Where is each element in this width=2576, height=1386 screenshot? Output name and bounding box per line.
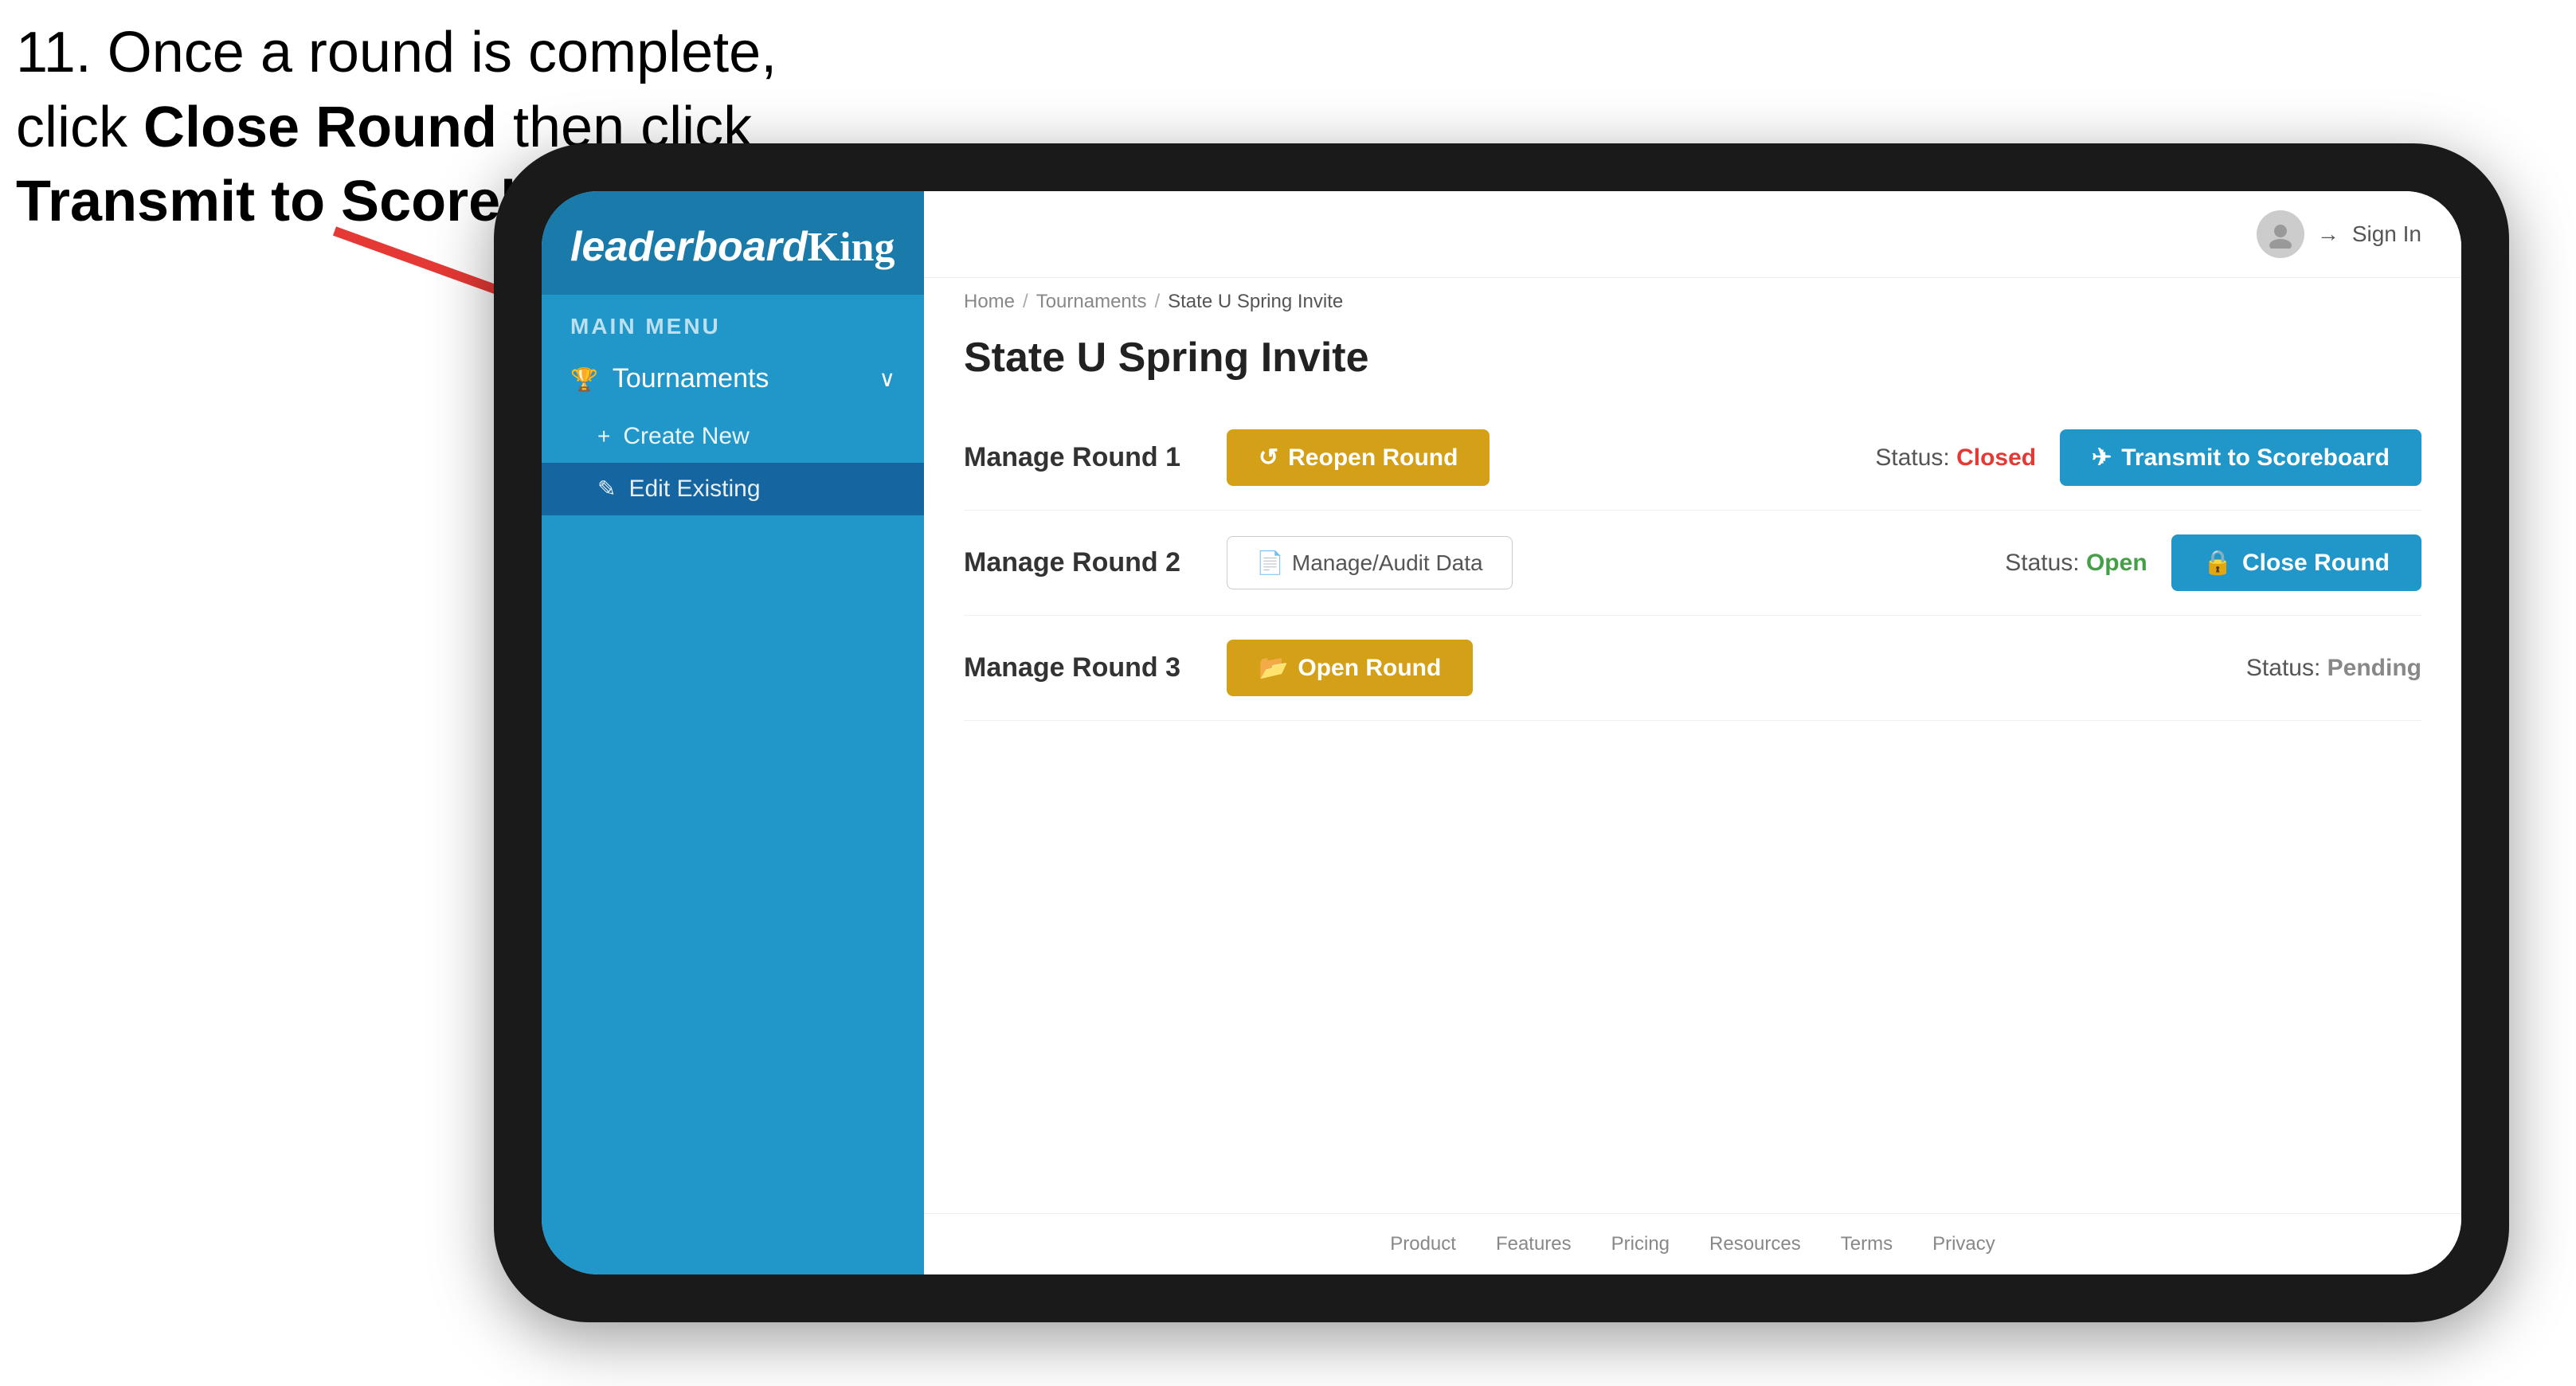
sidebar-item-tournaments[interactable]: Tournaments ∨ [542,347,924,410]
round-2-left: Manage Round 2 📄 Manage/Audit Data [964,536,1513,589]
avatar [2257,210,2304,258]
sign-in-area[interactable]: → Sign In [2257,210,2421,258]
doc-icon: 📄 [1256,550,1284,576]
round-1-status-value: Closed [1956,444,2036,471]
footer-privacy[interactable]: Privacy [1932,1233,1995,1255]
sidebar-item-tournaments-label: Tournaments [613,363,769,394]
chevron-down-icon: ∨ [879,366,896,392]
round-2-status-label: Status: Open [2005,550,2147,577]
breadcrumb: Home / Tournaments / State U Spring Invi… [924,278,2461,326]
round-1-right: Status: Closed ✈ Transmit to Scoreboard [1875,429,2421,486]
round-row-2: Manage Round 2 📄 Manage/Audit Data Statu… [964,511,2421,616]
logo-area: leaderboardKing [542,191,924,295]
app-container: leaderboardKing MAIN MENU Tournaments ∨ … [542,191,2461,1274]
page-title: State U Spring Invite [924,326,2461,405]
signin-arrow-icon: → [2317,221,2339,247]
plus-icon [597,423,610,450]
create-new-label: Create New [623,423,749,450]
manage-audit-label: Manage/Audit Data [1292,550,1483,576]
close-round-label: Close Round [2242,550,2390,577]
footer-product[interactable]: Product [1390,1233,1456,1255]
sidebar: leaderboardKing MAIN MENU Tournaments ∨ … [542,191,924,1274]
top-bar: → Sign In [924,191,2461,278]
tablet-screen: leaderboardKing MAIN MENU Tournaments ∨ … [542,191,2461,1274]
reopen-round-button[interactable]: ↺ Reopen Round [1227,429,1490,486]
open-round-label: Open Round [1298,655,1441,682]
footer-terms[interactable]: Terms [1841,1233,1893,1255]
rounds-area: Manage Round 1 ↺ Reopen Round Status: Cl… [924,405,2461,1213]
refresh-icon: ↺ [1259,444,1278,472]
round-row-3: Manage Round 3 📂 Open Round Status: Pend… [964,616,2421,721]
round-3-status-label: Status: Pending [2246,655,2421,682]
manage-audit-button[interactable]: 📄 Manage/Audit Data [1227,536,1513,589]
round-1-label: Manage Round 1 [964,442,1203,473]
round-2-right: Status: Open 🔒 Close Round [2005,534,2421,591]
edit-existing-label: Edit Existing [628,476,760,503]
edit-icon [597,476,616,503]
sidebar-subitem-edit-existing[interactable]: Edit Existing [542,463,924,515]
breadcrumb-sep1: / [1023,291,1028,313]
footer: Product Features Pricing Resources Terms… [924,1213,2461,1274]
main-content: → Sign In Home / Tournaments / State U S… [924,191,2461,1274]
reopen-round-label: Reopen Round [1288,444,1458,472]
send-icon: ✈ [2092,444,2112,472]
footer-features[interactable]: Features [1496,1233,1572,1255]
round-2-status-value: Open [2086,550,2147,576]
breadcrumb-current: State U Spring Invite [1168,291,1343,313]
round-3-label: Manage Round 3 [964,652,1203,683]
round-2-label: Manage Round 2 [964,547,1203,578]
round-3-status-value: Pending [2327,655,2421,681]
lock-icon: 🔒 [2203,549,2233,577]
footer-pricing[interactable]: Pricing [1611,1233,1670,1255]
breadcrumb-sep2: / [1154,291,1160,313]
breadcrumb-tournaments[interactable]: Tournaments [1036,291,1147,313]
open-round-button[interactable]: 📂 Open Round [1227,640,1473,696]
round-row-1: Manage Round 1 ↺ Reopen Round Status: Cl… [964,405,2421,511]
folder-icon: 📂 [1259,654,1288,682]
tablet-frame: leaderboardKing MAIN MENU Tournaments ∨ … [494,143,2509,1322]
sign-in-label: Sign In [2352,221,2421,247]
round-1-status-label: Status: Closed [1875,444,2036,472]
sidebar-subitem-create-new[interactable]: Create New [542,410,924,463]
footer-resources[interactable]: Resources [1709,1233,1801,1255]
breadcrumb-home[interactable]: Home [964,291,1015,313]
round-3-right: Status: Pending [2246,655,2421,682]
app-logo: leaderboardKing [570,223,895,271]
round-3-left: Manage Round 3 📂 Open Round [964,640,1473,696]
trophy-icon [570,363,598,394]
transmit-label: Transmit to Scoreboard [2121,444,2390,472]
transmit-to-scoreboard-button[interactable]: ✈ Transmit to Scoreboard [2060,429,2421,486]
round-1-left: Manage Round 1 ↺ Reopen Round [964,429,1490,486]
close-round-button[interactable]: 🔒 Close Round [2171,534,2421,591]
main-menu-label: MAIN MENU [542,295,924,347]
